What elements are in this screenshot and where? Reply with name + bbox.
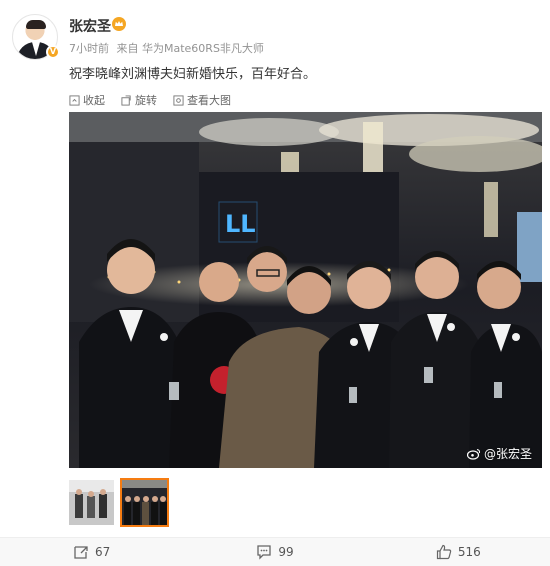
watermark-text: @张宏圣 xyxy=(483,447,532,461)
rotate-label: 旋转 xyxy=(135,94,157,107)
rotate-icon xyxy=(121,94,131,106)
view-large-button[interactable]: 查看大图 xyxy=(173,92,231,108)
avatar-hair xyxy=(26,20,46,29)
comment-icon xyxy=(257,545,271,560)
collapse-button[interactable]: 收起 xyxy=(69,92,105,108)
photo-watermark: @张宏圣 xyxy=(466,445,532,462)
thumbnail-2[interactable] xyxy=(120,478,169,527)
media-toolbar: 收起 旋转 查看大图 xyxy=(69,92,231,108)
post-text: 祝李晓峰刘渊博夫妇新婚快乐，百年好合。 xyxy=(69,67,317,82)
thumbnail-2-image xyxy=(122,480,167,525)
repost-count: 67 xyxy=(95,545,111,559)
weibo-post: V 张宏圣 7小时前 来自 华为Mate60RS非凡大师 祝李晓峰刘渊博夫妇新婚… xyxy=(0,0,550,566)
thumbs-up-icon xyxy=(436,544,452,560)
collapse-icon xyxy=(69,94,80,106)
post-photo[interactable]: LL @张宏圣 xyxy=(69,112,542,468)
repost-icon xyxy=(74,546,88,559)
like-count: 516 xyxy=(457,545,481,559)
crown-icon xyxy=(112,17,126,31)
comment-button[interactable]: 99 xyxy=(183,538,366,566)
post-source: 来自 华为Mate60RS非凡大师 xyxy=(116,42,264,55)
repost-button[interactable]: 67 xyxy=(0,538,183,566)
verified-badge-icon: V xyxy=(46,45,60,59)
action-bar: 67 99 516 xyxy=(0,537,550,566)
post-meta: 7小时前 来自 华为Mate60RS非凡大师 xyxy=(69,40,268,56)
rotate-button[interactable]: 旋转 xyxy=(121,92,157,108)
username[interactable]: 张宏圣 xyxy=(69,16,111,36)
view-large-label: 查看大图 xyxy=(187,94,231,107)
weibo-logo-icon xyxy=(466,448,481,460)
like-button[interactable]: 516 xyxy=(367,538,550,566)
collapse-label: 收起 xyxy=(83,94,105,107)
photo-thumbnails xyxy=(69,478,169,527)
comment-count: 99 xyxy=(278,545,294,559)
post-time[interactable]: 7小时前 xyxy=(69,42,109,55)
svg-text:LL: LL xyxy=(225,210,256,238)
wedding-photo-image: LL xyxy=(69,112,542,468)
magnify-icon xyxy=(173,94,184,106)
thumbnail-1-image xyxy=(69,480,114,525)
thumbnail-1[interactable] xyxy=(69,480,114,525)
